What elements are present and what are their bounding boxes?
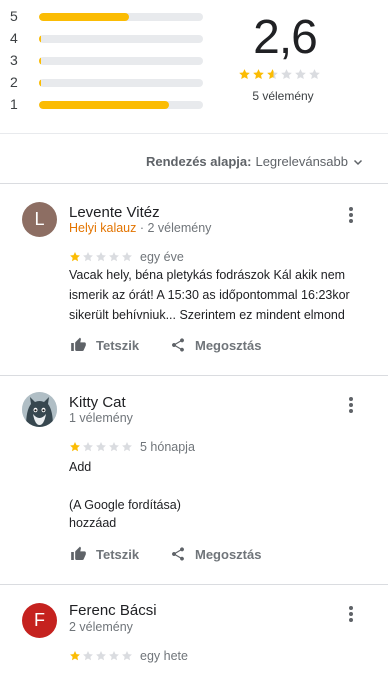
review-translated-text: hozzáad	[69, 516, 117, 530]
star-icon	[96, 651, 106, 661]
review-text-line: sikerült behívniuk... Szerintem ez minde…	[69, 308, 345, 322]
share-button[interactable]: Megosztás	[170, 337, 261, 353]
star-icon	[83, 651, 93, 661]
star-icon	[70, 442, 80, 452]
rating-bar-fill	[39, 101, 169, 109]
share-label: Megosztás	[195, 337, 262, 353]
reviewer-review-count: · 2 vélemény	[139, 221, 212, 235]
thumbs-up-icon	[71, 337, 86, 351]
star-icon	[83, 442, 93, 452]
star-icon	[309, 69, 320, 80]
like-button[interactable]: Tetszik	[70, 546, 139, 562]
local-guide-badge: Helyi kalauz	[69, 221, 137, 235]
rating-bar-track	[39, 13, 203, 21]
review-rating: 5 hónapja	[69, 440, 195, 454]
review-card: L Levente Vitéz Helyi kalauz · 2 vélemén…	[0, 184, 388, 375]
rating-bar-2[interactable]: 2	[10, 74, 203, 90]
star-icon	[122, 442, 132, 452]
star-icon	[239, 69, 250, 80]
review-text-line: ismerik az órát! A 15:30 as időpontommal…	[69, 288, 350, 302]
rating-bar-4[interactable]: 4	[10, 30, 203, 46]
more-options-icon[interactable]	[344, 395, 358, 415]
review-card: Kitty Cat 1 vélemény 5 hónapja Add (A Go…	[0, 376, 388, 584]
rating-bar-label: 1	[10, 96, 18, 112]
rating-bar-track	[39, 35, 203, 43]
star-icon	[253, 69, 264, 80]
review-text-line: Vacak hely, béna pletykás fodrászok Kál …	[69, 268, 346, 282]
like-label: Tetszik	[96, 546, 140, 562]
reviewer-name[interactable]: Ferenc Bácsi	[69, 602, 157, 619]
review-count[interactable]: 5 vélemény	[240, 89, 326, 103]
review-time: egy éve	[140, 250, 184, 264]
rating-bar-fill	[39, 13, 130, 21]
rating-bar-track	[39, 57, 203, 65]
star-icon	[70, 252, 80, 262]
cat-photo-icon	[22, 392, 57, 427]
reviewer-meta: Helyi kalauz · 2 vélemény	[69, 221, 211, 235]
review-rating: egy hete	[69, 649, 188, 663]
review-stars	[69, 441, 133, 453]
review-stars	[69, 251, 133, 263]
share-button[interactable]: Megosztás	[170, 546, 261, 562]
rating-bar-track	[39, 79, 203, 87]
review-time: egy hete	[140, 649, 188, 663]
reviewer-name[interactable]: Levente Vitéz	[69, 204, 160, 221]
rating-bar-3[interactable]: 3	[10, 52, 203, 68]
rating-bar-label: 2	[10, 74, 18, 90]
rating-bar-5[interactable]: 5	[10, 8, 203, 24]
star-icon	[109, 252, 119, 262]
share-label: Megosztás	[195, 546, 262, 562]
review-original-text: Add	[69, 460, 92, 474]
more-options-icon[interactable]	[344, 205, 358, 225]
star-icon	[96, 252, 106, 262]
star-icon	[109, 651, 119, 661]
reviewer-review-count: 2 vélemény	[69, 620, 133, 634]
review-time: 5 hónapja	[140, 440, 195, 454]
average-rating: 2,6	[253, 11, 318, 64]
star-icon	[295, 69, 306, 80]
chevron-down-icon	[353, 159, 363, 165]
review-rating: egy éve	[69, 250, 184, 264]
rating-bar-label: 5	[10, 8, 18, 24]
star-icon	[96, 442, 106, 452]
more-options-icon[interactable]	[344, 604, 358, 624]
star-icon	[109, 442, 119, 452]
rating-bar-track	[39, 101, 203, 109]
sort-value: Legrelevánsabb	[255, 154, 348, 169]
review-stars	[69, 650, 133, 662]
star-icon	[122, 651, 132, 661]
like-label: Tetszik	[96, 337, 140, 353]
reviewer-name[interactable]: Kitty Cat	[69, 394, 126, 411]
rating-bar-fill	[39, 35, 41, 43]
share-icon	[172, 547, 184, 561]
avatar[interactable]: L	[22, 202, 57, 237]
star-icon	[122, 252, 132, 262]
rating-bar-label: 3	[10, 52, 18, 68]
reviewer-review-count: 1 vélemény	[69, 411, 133, 425]
star-icon	[83, 252, 93, 262]
sort-label: Rendezés alapja:	[145, 154, 252, 169]
review-text: Vacak hely, béna pletykás fodrászok Kál …	[69, 265, 369, 325]
rating-bar-1[interactable]: 1	[10, 96, 203, 112]
star-icon	[70, 651, 80, 661]
rating-bar-fill	[39, 57, 41, 65]
translation-label[interactable]: (A Google fordítása)	[69, 495, 369, 515]
avatar[interactable]	[22, 392, 57, 427]
star-icon	[267, 69, 278, 80]
sort-dropdown[interactable]: Rendezés alapja: Legrelevánsabb	[146, 154, 364, 169]
star-icon	[281, 69, 292, 80]
share-icon	[172, 338, 184, 352]
rating-summary: 5 4 3 2 1 2,6 5 vélemény	[0, 0, 388, 134]
average-stars	[238, 68, 321, 81]
rating-bar-fill	[39, 79, 41, 87]
rating-bar-label: 4	[10, 30, 18, 46]
avatar[interactable]: F	[22, 603, 57, 638]
review-card: F Ferenc Bácsi 2 vélemény egy hete	[0, 585, 388, 680]
thumbs-up-icon	[71, 546, 86, 560]
like-button[interactable]: Tetszik	[70, 337, 139, 353]
